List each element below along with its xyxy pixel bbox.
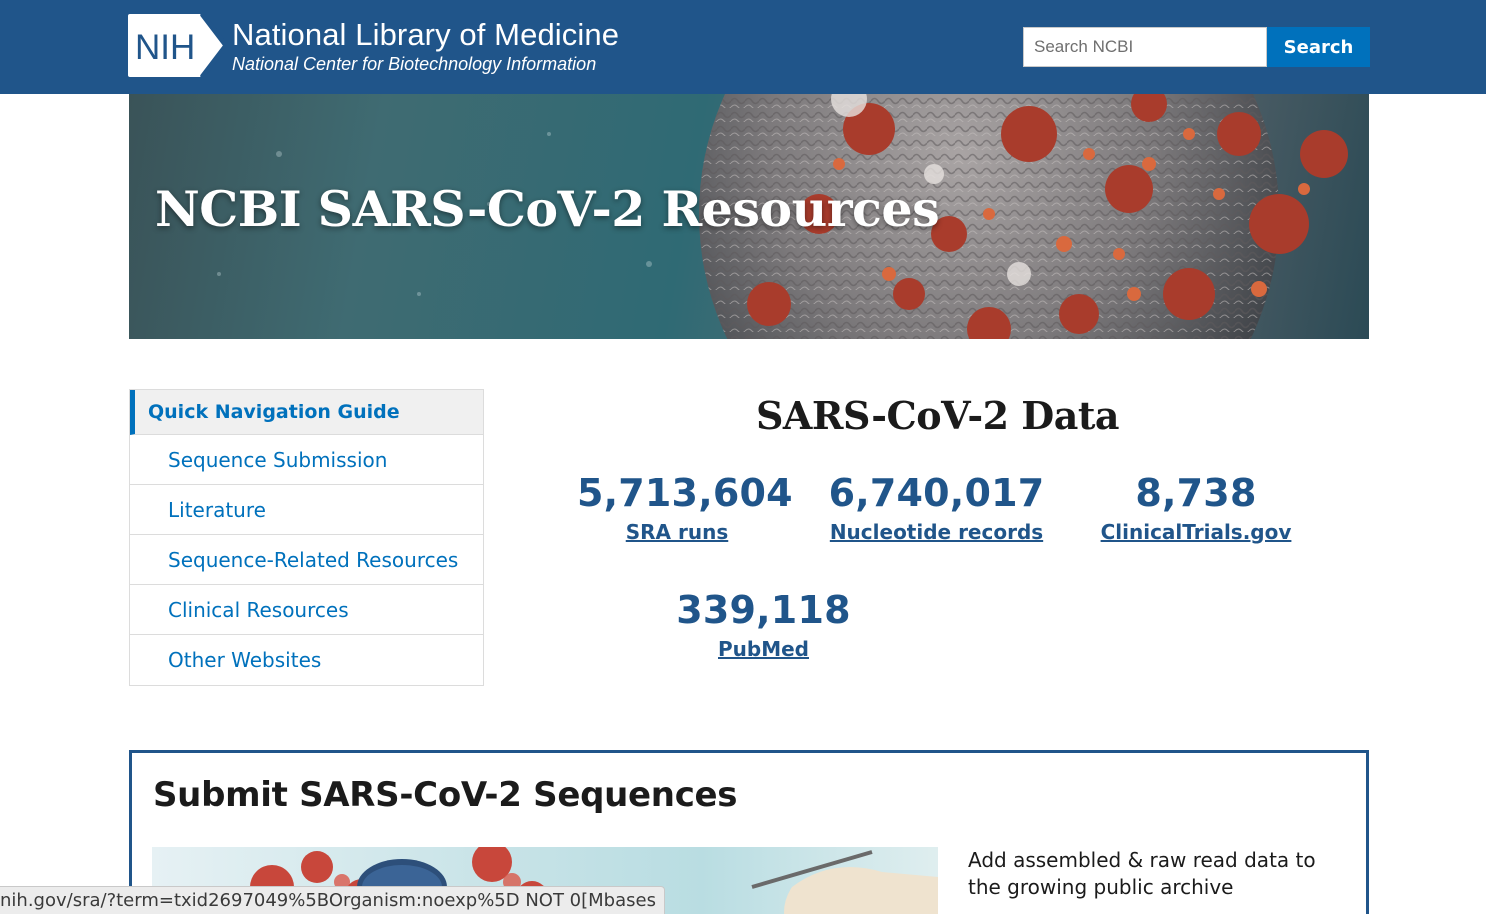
svg-text:NIH: NIH xyxy=(135,28,195,67)
quick-nav-item-sequence-related-resources[interactable]: Sequence-Related Resources xyxy=(130,535,483,585)
hero-banner: NCBI SARS-CoV-2 Resources xyxy=(129,94,1369,339)
quick-nav-item-clinical-resources[interactable]: Clinical Resources xyxy=(130,585,483,635)
data-section-title: SARS-CoV-2 Data xyxy=(755,393,1120,438)
stat-value: 6,740,017 xyxy=(828,471,1045,515)
quick-nav-item-sequence-submission[interactable]: Sequence Submission xyxy=(130,435,483,485)
page-title: NCBI SARS-CoV-2 Resources xyxy=(155,180,940,238)
site-header: NIH National Library of Medicine Nationa… xyxy=(0,0,1486,94)
stat-link-pubmed[interactable]: PubMed xyxy=(718,637,809,661)
browser-status-bar: nih.gov/sra/?term=txid2697049%5BOrganism… xyxy=(0,886,665,914)
quick-nav-item-other-websites[interactable]: Other Websites xyxy=(130,635,483,685)
search-input[interactable] xyxy=(1023,27,1267,67)
submit-sequences-description: Add assembled & raw read data to the gro… xyxy=(968,848,1316,899)
stat-sra-runs: 5,713,604 SRA runs xyxy=(577,470,793,544)
stat-clinical-trials: 8,738 ClinicalTrials.gov xyxy=(1096,470,1296,544)
quick-nav-heading: Quick Navigation Guide xyxy=(130,390,483,435)
logo-subtitle: National Center for Biotechnology Inform… xyxy=(232,54,597,74)
quick-navigation-guide: Quick Navigation Guide Sequence Submissi… xyxy=(129,389,484,686)
search-button[interactable]: Search xyxy=(1267,27,1370,67)
nih-badge-icon: NIH xyxy=(128,14,224,77)
stat-link-sra-runs[interactable]: SRA runs xyxy=(626,520,729,544)
nlm-logo[interactable]: NIH National Library of Medicine Nationa… xyxy=(128,14,619,77)
stat-link-clinicaltrials-gov[interactable]: ClinicalTrials.gov xyxy=(1101,520,1292,544)
search-form: Search xyxy=(1023,27,1370,67)
stat-link-nucleotide-records[interactable]: Nucleotide records xyxy=(830,520,1043,544)
stat-value: 5,713,604 xyxy=(577,471,793,515)
logo-text: National Library of Medicine National Ce… xyxy=(232,16,619,75)
stat-value: 339,118 xyxy=(676,588,851,632)
stat-value: 8,738 xyxy=(1135,471,1257,515)
submit-sequences-title: Submit SARS-CoV-2 Sequences xyxy=(153,775,738,815)
logo-title: National Library of Medicine xyxy=(232,17,620,52)
quick-nav-item-literature[interactable]: Literature xyxy=(130,485,483,535)
stat-pubmed: 339,118 PubMed xyxy=(673,587,854,661)
stat-nucleotide-records: 6,740,017 Nucleotide records xyxy=(826,470,1047,544)
